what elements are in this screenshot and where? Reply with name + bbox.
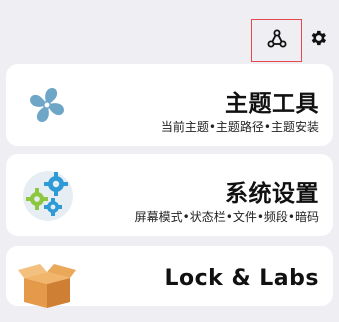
gear-icon: [308, 28, 328, 52]
settings-button[interactable]: [306, 28, 330, 52]
card-subtitle: 屏幕模式•状态栏•文件•频段•暗码: [134, 210, 319, 224]
pinwheel-icon: [18, 76, 76, 134]
box-icon: [18, 264, 76, 322]
card-subtitle: 当前主题•主题路径•主题安装: [160, 120, 319, 134]
theme-tools-card[interactable]: 主题工具 当前主题•主题路径•主题安装: [6, 64, 333, 146]
lock-labs-card[interactable]: Lock & Labs: [6, 246, 333, 308]
card-title: 系统设置: [225, 181, 319, 207]
system-settings-card[interactable]: 系统设置 屏幕模式•状态栏•文件•频段•暗码: [6, 154, 333, 236]
share-nodes-icon: [267, 29, 287, 53]
gears-icon: [18, 166, 76, 224]
top-bar: [0, 0, 339, 62]
share-button[interactable]: [251, 19, 302, 62]
card-title: 主题工具: [225, 91, 319, 117]
card-title: Lock & Labs: [164, 266, 319, 291]
